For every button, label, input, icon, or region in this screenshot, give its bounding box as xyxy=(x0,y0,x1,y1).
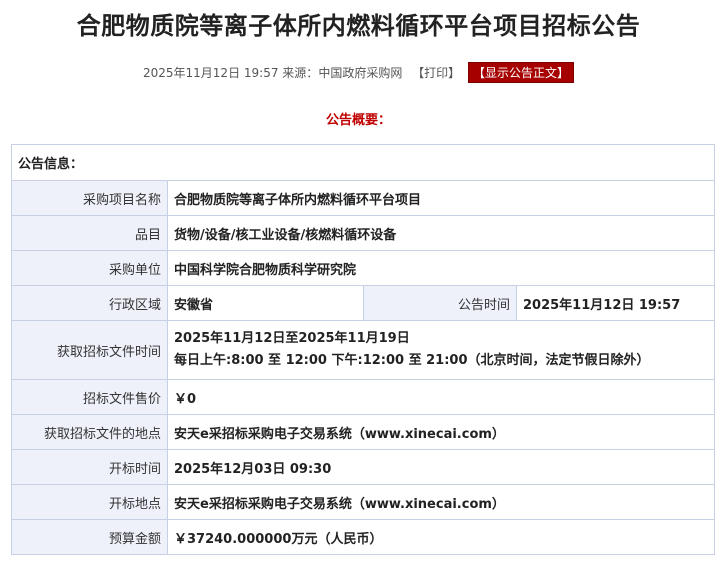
open-time-value: 2025年12月03日 09:30 xyxy=(166,449,716,485)
doc-time-value: 2025年11月12日至2025年11月19日 每日上午:8:00 至 12:0… xyxy=(166,320,716,380)
open-time-label: 开标时间 xyxy=(11,449,168,485)
announce-time-value: 2025年11月12日 19:57 xyxy=(515,285,716,321)
table-row: 采购单位 中国科学院合肥物质科学研究院 xyxy=(11,250,716,286)
region-value: 安徽省 xyxy=(167,285,364,321)
source-label: 来源： xyxy=(282,66,319,80)
announce-time-label: 公告时间 xyxy=(363,285,517,321)
print-link[interactable]: 【打印】 xyxy=(412,66,460,80)
summary-heading: 公告概要： xyxy=(325,113,391,128)
doc-place-value: 安天e采招标采购电子交易系统（www.xinecai.com） xyxy=(166,414,716,450)
announcement-meta: 2025年11月12日 19:57 来源：中国政府采购网 【打印】 【显示公告正… xyxy=(0,62,717,83)
open-place-label: 开标地点 xyxy=(11,484,168,520)
table-row: 行政区域 安徽省 公告时间 2025年11月12日 19:57 xyxy=(11,285,716,321)
purchaser-label: 采购单位 xyxy=(11,250,168,286)
table-row: 招标文件售价 ￥0 xyxy=(11,379,716,415)
project-name-value: 合肥物质院等离子体所内燃料循环平台项目 xyxy=(166,180,716,216)
show-full-text-button[interactable]: 【显示公告正文】 xyxy=(468,62,575,83)
doc-price-value: ￥0 xyxy=(166,379,716,415)
info-heading: 公告信息： xyxy=(10,144,716,181)
doc-time-range: 2025年11月12日至2025年11月19日 xyxy=(174,331,410,346)
open-place-value: 安天e采招标采购电子交易系统（www.xinecai.com） xyxy=(166,484,716,520)
category-label: 品目 xyxy=(11,215,168,251)
table-row: 预算金额 ￥37240.000000万元（人民币） xyxy=(11,519,716,555)
doc-price-label: 招标文件售价 xyxy=(11,379,168,415)
doc-place-label: 获取招标文件的地点 xyxy=(11,414,168,450)
table-row: 采购项目名称 合肥物质院等离子体所内燃料循环平台项目 xyxy=(11,180,716,216)
table-row: 开标地点 安天e采招标采购电子交易系统（www.xinecai.com） xyxy=(11,484,716,520)
category-value: 货物/设备/核工业设备/核燃料循环设备 xyxy=(166,215,716,251)
table-row: 公告信息： xyxy=(10,144,716,181)
publish-datetime: 2025年11月12日 19:57 xyxy=(142,66,279,80)
table-row: 获取招标文件的地点 安天e采招标采购电子交易系统（www.xinecai.com… xyxy=(11,414,716,450)
page-title: 合肥物质院等离子体所内燃料循环平台项目招标公告 xyxy=(76,12,641,40)
project-name-label: 采购项目名称 xyxy=(11,180,168,216)
source-name: 中国政府采购网 xyxy=(318,66,403,80)
doc-time-label: 获取招标文件时间 xyxy=(11,320,168,380)
budget-value: ￥37240.000000万元（人民币） xyxy=(166,519,716,555)
region-label: 行政区域 xyxy=(11,285,168,321)
purchaser-value: 中国科学院合肥物质科学研究院 xyxy=(166,250,716,286)
budget-label: 预算金额 xyxy=(11,519,168,555)
table-row: 获取招标文件时间 2025年11月12日至2025年11月19日 每日上午:8:… xyxy=(11,320,716,380)
doc-time-hours: 每日上午:8:00 至 12:00 下午:12:00 至 21:00（北京时间，… xyxy=(174,353,650,368)
table-row: 品目 货物/设备/核工业设备/核燃料循环设备 xyxy=(11,215,716,251)
table-row: 开标时间 2025年12月03日 09:30 xyxy=(11,449,716,485)
announcement-info-table: 公告信息： 采购项目名称 合肥物质院等离子体所内燃料循环平台项目 品目 货物/设… xyxy=(10,144,716,555)
